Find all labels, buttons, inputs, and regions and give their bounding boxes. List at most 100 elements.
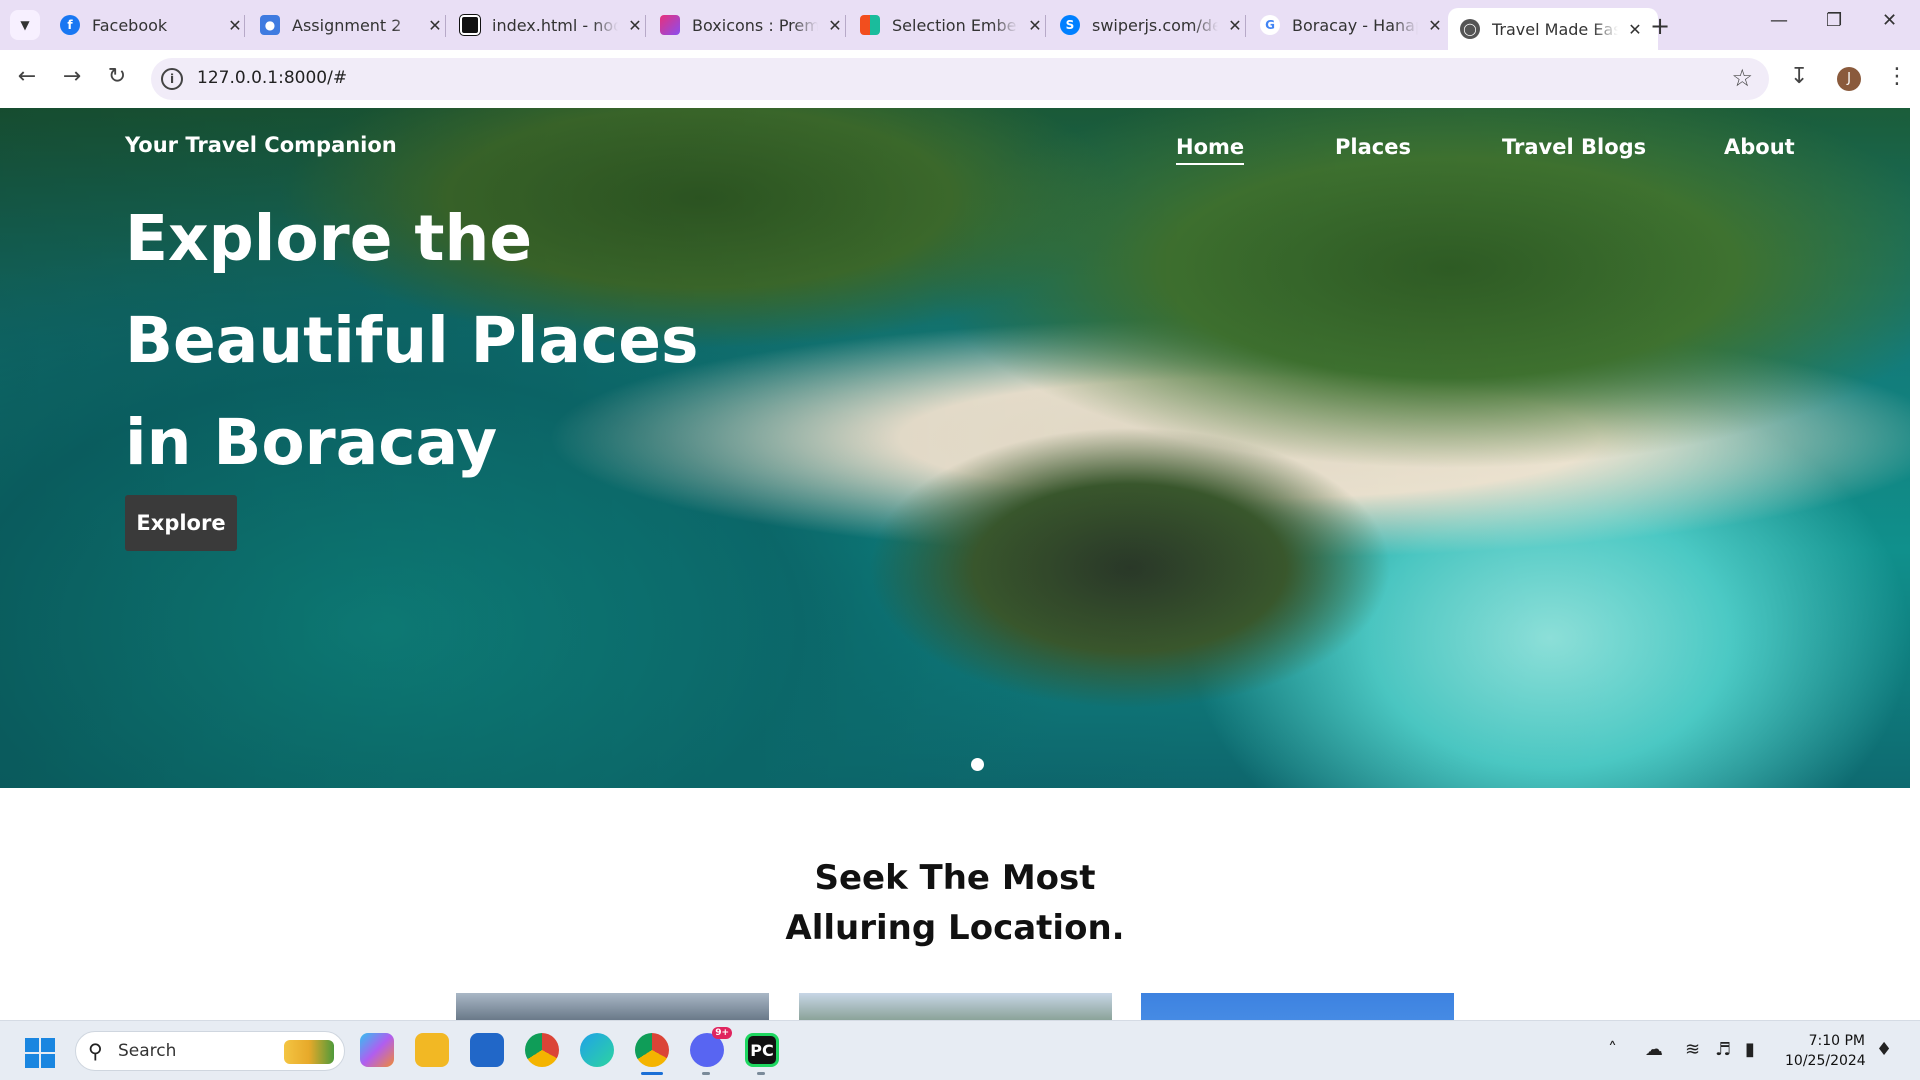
file-explorer-icon[interactable] [415, 1033, 449, 1067]
browser-tab-strip: ▼ f Facebook ✕ ● Assignment 2 ✕ index.ht… [0, 0, 1920, 50]
tab-divider [645, 15, 646, 37]
tab-boxicons[interactable]: Boxicons : Premi ✕ [648, 8, 858, 42]
nav-active-underline [1176, 163, 1245, 165]
nav-about[interactable]: About [1724, 135, 1795, 159]
figma-icon [860, 15, 880, 35]
chrome-profile-icon[interactable] [635, 1033, 669, 1067]
nav-travel-blogs[interactable]: Travel Blogs [1502, 135, 1646, 159]
section-title-line: Alluring Location. [785, 908, 1125, 948]
location-card[interactable] [1141, 993, 1454, 1020]
search-highlight-art [284, 1040, 334, 1064]
tab-title: Boxicons : Premi [692, 15, 818, 35]
google-icon: G [1260, 15, 1280, 35]
system-clock[interactable]: 7:10 PM 10/25/2024 [1785, 1031, 1866, 1071]
boxicons-icon [660, 15, 680, 35]
tab-title: Selection Embed [892, 15, 1018, 35]
tab-divider [244, 15, 245, 37]
tab-travel-made-easy[interactable]: ◯ Travel Made Eas ✕ [1448, 8, 1658, 50]
windows-taskbar: ⚲ Search 9+ PC ˄ ☁ ≋ ♬ ▮ 7:10 PM 10/25/2… [0, 1020, 1920, 1080]
close-icon[interactable]: ✕ [1224, 16, 1246, 35]
nav-label: Places [1335, 135, 1411, 159]
close-icon[interactable]: ✕ [1424, 16, 1446, 35]
forward-icon[interactable]: → [57, 64, 87, 89]
battery-icon[interactable]: ▮ [1745, 1039, 1755, 1060]
new-tab-button[interactable]: + [1650, 12, 1670, 40]
search-icon: ⚲ [88, 1039, 103, 1063]
wifi-icon[interactable]: ≋ [1685, 1039, 1700, 1060]
close-icon[interactable]: ✕ [624, 16, 646, 35]
close-icon[interactable]: ✕ [424, 16, 446, 35]
profile-avatar[interactable]: J [1837, 67, 1861, 91]
close-icon[interactable]: ✕ [224, 16, 246, 35]
tab-title: Travel Made Eas [1492, 19, 1618, 39]
active-app-indicator [641, 1072, 663, 1075]
site-brand[interactable]: Your Travel Companion [125, 133, 397, 157]
location-card[interactable] [456, 993, 769, 1020]
tab-assignment-2[interactable]: ● Assignment 2 ✕ [248, 8, 458, 42]
url-text[interactable]: 127.0.0.1:8000/# [197, 68, 347, 88]
reload-icon[interactable]: ↻ [102, 64, 132, 89]
tab-search-button[interactable]: ▼ [10, 10, 40, 40]
onedrive-icon[interactable]: ☁ [1645, 1039, 1663, 1060]
microsoft-store-icon[interactable] [470, 1033, 504, 1067]
tab-title: Boracay - Hanap [1292, 15, 1418, 35]
site-info-icon[interactable]: i [161, 68, 183, 90]
restore-icon[interactable]: ❐ [1826, 10, 1842, 31]
close-icon[interactable]: ✕ [1624, 20, 1646, 39]
tab-title: swiperjs.com/de [1092, 15, 1218, 35]
section-title-line: Seek The Most [814, 858, 1096, 898]
tab-selection-embed[interactable]: Selection Embed ✕ [848, 8, 1058, 42]
close-icon[interactable]: ✕ [1024, 16, 1046, 35]
discord-icon[interactable]: 9+ [690, 1027, 732, 1067]
taskbar-search[interactable]: ⚲ Search [75, 1031, 345, 1071]
nav-label: Travel Blogs [1502, 135, 1647, 159]
chrome-icon[interactable] [525, 1033, 559, 1067]
app-indicator [702, 1072, 710, 1075]
back-icon[interactable]: ← [12, 64, 42, 89]
chevron-up-icon[interactable]: ˄ [1608, 1039, 1617, 1060]
taskbar-search-label: Search [118, 1041, 177, 1061]
tab-boracay-google[interactable]: G Boracay - Hanap ✕ [1248, 8, 1458, 42]
tab-title: index.html - nod [492, 15, 618, 35]
explore-button[interactable]: Explore [125, 495, 237, 551]
hero-title-line: Beautiful Places [125, 304, 699, 377]
clock-date: 10/25/2024 [1785, 1053, 1866, 1069]
clock-time: 7:10 PM [1808, 1033, 1865, 1049]
tab-facebook[interactable]: f Facebook ✕ [48, 8, 258, 42]
hero-title-line: in Boracay [125, 406, 498, 479]
close-icon[interactable]: ✕ [824, 16, 846, 35]
tab-divider [445, 15, 446, 37]
edge-icon[interactable] [580, 1033, 614, 1067]
volume-icon[interactable]: ♬ [1715, 1039, 1731, 1060]
browser-menu-icon[interactable]: ⋮ [1886, 64, 1908, 89]
location-card[interactable] [799, 993, 1112, 1020]
swiper-icon: S [1060, 15, 1080, 35]
address-bar[interactable]: i 127.0.0.1:8000/# ☆ [151, 58, 1769, 100]
tab-index-html[interactable]: index.html - nod ✕ [448, 8, 658, 42]
windows-start-icon[interactable] [25, 1038, 55, 1068]
classroom-icon: ● [260, 15, 280, 35]
tab-title: Assignment 2 [292, 15, 402, 35]
slider-pagination-dot[interactable] [971, 758, 984, 771]
tab-divider [845, 15, 846, 37]
web-page: Your Travel Companion Home Places Travel… [0, 108, 1920, 1020]
nav-home[interactable]: Home [1176, 135, 1245, 165]
hero-title: Explore the Beautiful Places in Boracay [125, 188, 765, 494]
download-icon[interactable]: ↧ [1790, 64, 1808, 89]
section-title: Seek The Most Alluring Location. [0, 853, 1910, 953]
notification-badge: 9+ [712, 1027, 732, 1039]
notification-bell-icon[interactable]: ♦ [1876, 1039, 1892, 1060]
browser-toolbar: ← → ↻ i 127.0.0.1:8000/# ☆ ↧ J ⋮ [0, 50, 1920, 108]
pycharm-icon[interactable]: PC [745, 1033, 779, 1067]
bookmark-star-icon[interactable]: ☆ [1731, 64, 1753, 92]
facebook-icon: f [60, 15, 80, 35]
chevron-down-icon: ▼ [20, 18, 30, 32]
hero-title-line: Explore the [125, 202, 533, 275]
minimize-icon[interactable]: — [1770, 10, 1788, 31]
tab-swiperjs[interactable]: S swiperjs.com/de ✕ [1048, 8, 1258, 42]
nav-label: Home [1176, 135, 1245, 159]
window-close-icon[interactable]: ✕ [1882, 10, 1897, 31]
tab-divider [1045, 15, 1046, 37]
nav-places[interactable]: Places [1335, 135, 1411, 159]
copilot-icon[interactable] [360, 1033, 394, 1067]
